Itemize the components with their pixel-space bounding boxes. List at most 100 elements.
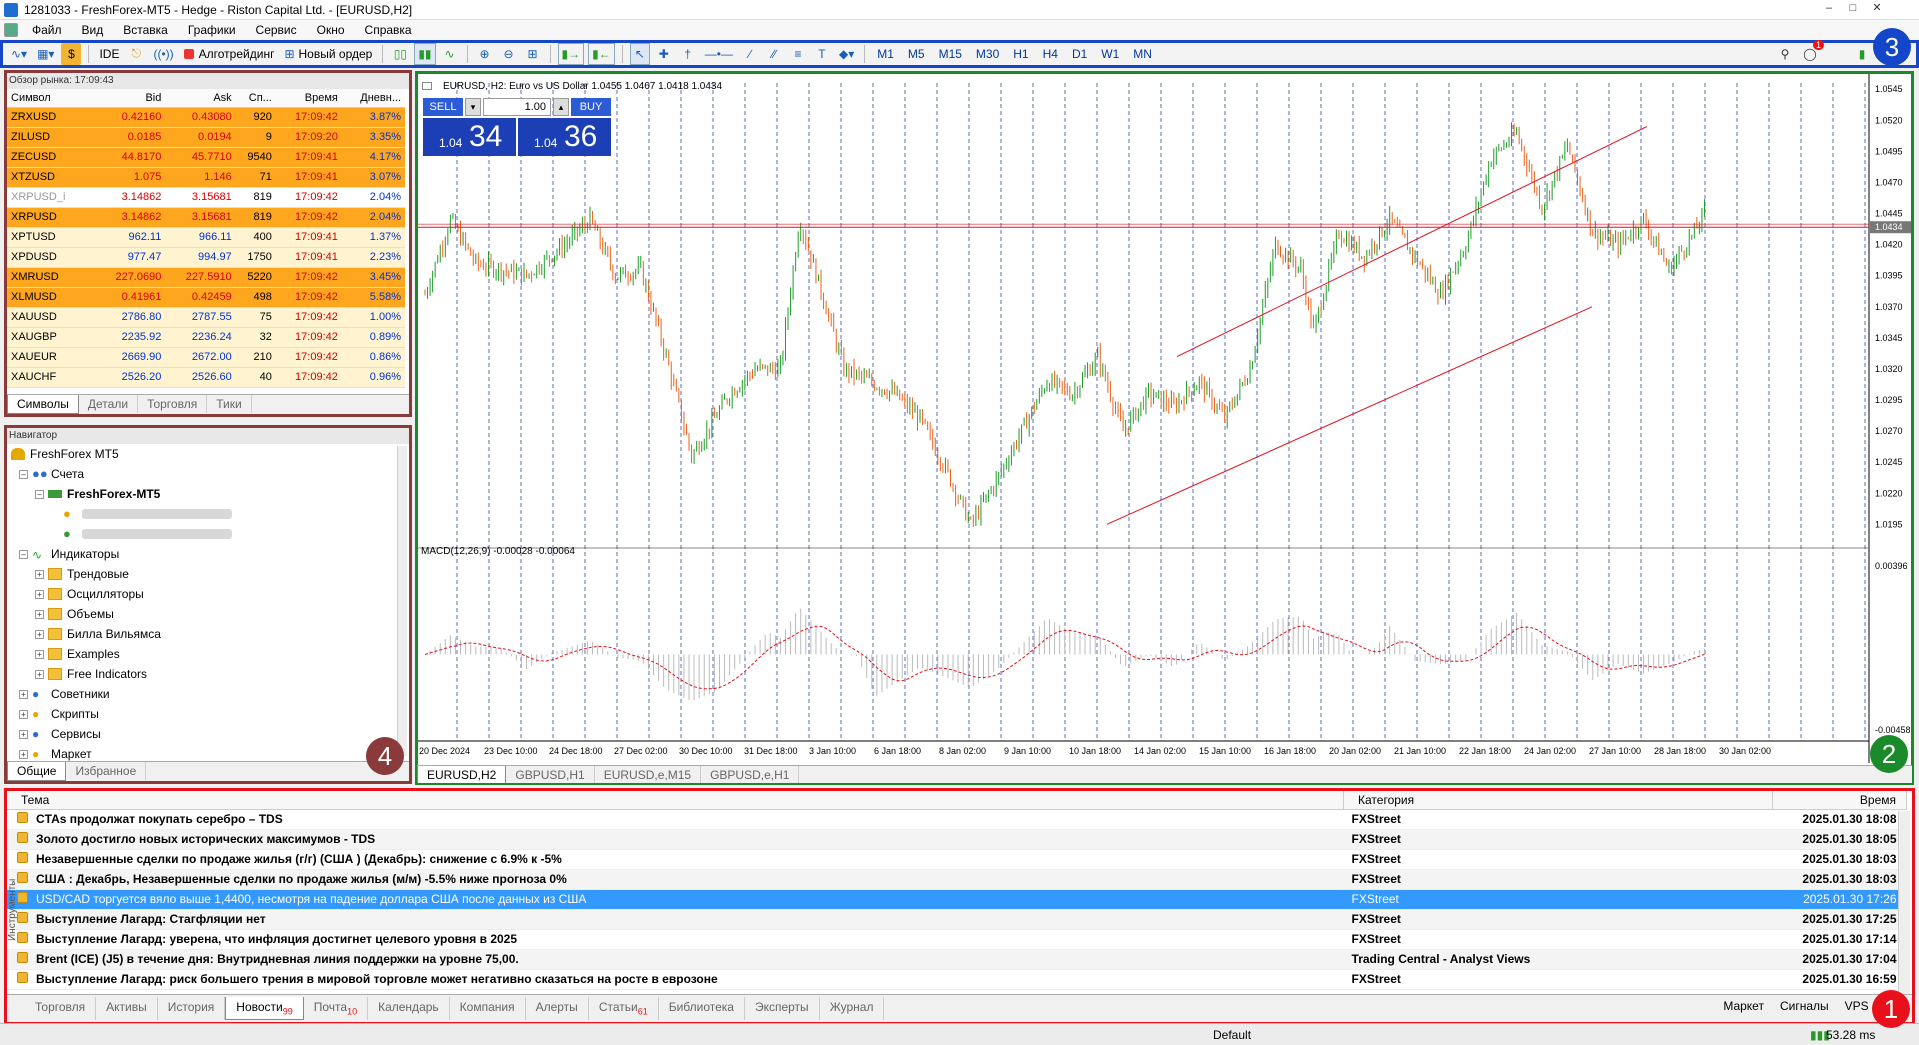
mw-col-header[interactable]: Время (275, 89, 342, 108)
news-row[interactable]: Выступление Лагард: уверена, что инфляци… (7, 929, 1907, 950)
toolbox-tab[interactable]: Активы (96, 997, 158, 1020)
news-row[interactable]: Выступление Лагард: Стагфляции нет FXStre… (7, 909, 1907, 930)
nav-tab[interactable]: Общие (7, 762, 67, 781)
ide-button[interactable]: IDE (96, 43, 122, 65)
nav-folder[interactable]: + Трендовые (11, 564, 409, 584)
mw-col-header[interactable]: Символ (7, 89, 95, 108)
market-watch-row[interactable]: XAUGBP 2235.92 2236.24 32 17:09:42 0.89% (7, 327, 405, 348)
close-icon[interactable]: ✕ (1869, 0, 1885, 16)
nav-item[interactable]: + ● Скрипты (11, 704, 409, 724)
toolbox-tab[interactable]: Новости99 (225, 996, 304, 1021)
col-category[interactable]: Категория (1343, 791, 1774, 810)
chart-menu-icon[interactable] (422, 82, 432, 90)
lot-decrease-button[interactable]: ▾ (465, 98, 481, 116)
toolbox-tab[interactable]: Алерты (526, 997, 589, 1020)
toolbox-tab[interactable]: История (158, 997, 226, 1020)
news-row[interactable]: CTAs продолжат покупать серебро – TDS FXS… (7, 809, 1907, 830)
tf-d1[interactable]: D1 (1067, 47, 1092, 61)
toolbox-right-tab[interactable]: Сигналы (1780, 999, 1829, 1013)
expand-icon[interactable]: + (35, 609, 44, 619)
expand-icon[interactable]: + (19, 749, 28, 759)
lot-input[interactable]: 1.00 (483, 98, 551, 116)
market-watch-row[interactable]: XAUEUR 2669.90 2672.00 210 17:09:42 0.86% (7, 347, 405, 368)
mw-col-header[interactable]: Ask (165, 89, 236, 108)
text-icon[interactable]: T (812, 43, 832, 65)
mw-tab[interactable]: Символы (7, 395, 79, 414)
market-watch-row[interactable]: XPTUSD 962.11 966.11 400 17:09:41 1.37% (7, 227, 405, 248)
toolbox-tab[interactable]: Журнал (820, 997, 885, 1020)
collapse-icon[interactable]: – (35, 489, 44, 499)
algo-trading-button[interactable]: Алготрейдинг (181, 43, 278, 65)
nav-accounts[interactable]: – ●● Счета (11, 464, 409, 484)
news-scrollbar[interactable] (1898, 811, 1910, 994)
zoom-in-icon[interactable]: ⊕ (475, 43, 495, 65)
news-row[interactable]: Незавершенные сделки по продаже жилья (г… (7, 849, 1907, 870)
chart-tab[interactable]: GBPUSD,e,H1 (701, 766, 800, 783)
tf-w1[interactable]: W1 (1096, 47, 1124, 61)
price-chart[interactable]: 1.0545 1.0520 1.0495 1.0470 1.0445 1.0420 1.03… (417, 73, 1913, 784)
shapes-icon[interactable]: ◆▾ (836, 43, 857, 65)
toolbox-tab[interactable]: Библиотека (659, 997, 745, 1020)
chart-tab[interactable]: EURUSD,e,M15 (595, 766, 702, 783)
chart-window[interactable]: 1.0545 1.0520 1.0495 1.0470 1.0445 1.0420 1.03… (415, 71, 1914, 785)
chart-type-icon[interactable]: ∿▾ (8, 43, 30, 65)
minimize-button[interactable]: – (1821, 0, 1837, 16)
expand-icon[interactable]: + (35, 569, 44, 579)
market-watch-row[interactable]: XRPUSD 3.14862 3.15681 819 17:09:42 2.04% (7, 207, 405, 228)
new-order-button[interactable]: ⊞ Новый ордер (281, 43, 375, 65)
news-row[interactable]: Brent (ICE) (J5) в течение дня: Внутридн… (7, 949, 1907, 970)
nav-folder[interactable]: + Билла Вильямса (11, 624, 409, 644)
signal-icon[interactable]: ((•)) (150, 43, 176, 65)
expand-icon[interactable]: + (19, 729, 28, 739)
dollar-icon[interactable]: $ (61, 42, 82, 65)
mw-tab[interactable]: Торговля (138, 395, 208, 413)
toolbox-tab[interactable]: Торговля (25, 997, 97, 1020)
candles-icon[interactable]: ▮▮ (414, 42, 436, 65)
horizontal-line-icon[interactable]: —•— (702, 43, 736, 65)
tf-h4[interactable]: H4 (1038, 47, 1063, 61)
nav-item[interactable]: + ● Советники (11, 684, 409, 704)
market-watch-row[interactable]: XPDUSD 977.47 994.97 1750 17:09:41 2.23% (7, 247, 405, 268)
sell-price-button[interactable]: 1.04 34 (423, 118, 516, 156)
tf-m30[interactable]: M30 (971, 47, 1004, 61)
fibo-icon[interactable]: ≡ (788, 43, 808, 65)
tf-m5[interactable]: M5 (903, 47, 930, 61)
vertical-line-icon[interactable]: † (678, 43, 698, 65)
nav-folder[interactable]: + Free Indicators (11, 664, 409, 684)
new-chart-icon[interactable]: ▦▾ (34, 43, 57, 65)
nav-account-user[interactable]: ● (11, 524, 409, 544)
mw-tab[interactable]: Детали (79, 395, 139, 413)
news-row[interactable]: Выступление Лагард: риск большего трения… (7, 969, 1907, 990)
toolbox-tab[interactable]: Почта10 (304, 997, 369, 1020)
nav-account[interactable]: – FreshForex-MT5 (11, 484, 409, 504)
menu-view[interactable]: Вид (72, 23, 114, 37)
mw-col-header[interactable]: Bid (95, 89, 166, 108)
market-watch-row[interactable]: XRPUSD_i 3.14862 3.15681 819 17:09:42 2.04% (7, 187, 405, 208)
sell-button[interactable]: SELL (423, 98, 463, 116)
autoscroll-icon[interactable]: ▮→ (557, 42, 585, 65)
menu-tools[interactable]: Сервис (246, 23, 307, 37)
grid-icon[interactable]: ⊞ (523, 43, 543, 65)
crosshair-icon[interactable]: ✚ (654, 43, 674, 65)
tf-m15[interactable]: M15 (934, 47, 967, 61)
nav-account-user[interactable]: ● (11, 504, 409, 524)
news-row[interactable]: USD/CAD торгуется вяло выше 1,4400, несм… (7, 889, 1907, 910)
chart-shift-icon[interactable]: ▮← (588, 42, 615, 65)
toolbox-tab[interactable]: Эксперты (745, 997, 820, 1020)
nav-tab[interactable]: Избранное (66, 762, 147, 780)
tf-m1[interactable]: M1 (872, 47, 899, 61)
col-time[interactable]: Время (1772, 791, 1907, 810)
mw-col-header[interactable]: Сп... (235, 89, 276, 108)
buy-price-button[interactable]: 1.04 36 (518, 118, 611, 156)
col-topic[interactable]: Тема (7, 791, 1345, 810)
toolbox-right-tab[interactable]: VPS (1845, 999, 1869, 1013)
toolbox-tab[interactable]: Календарь (368, 997, 450, 1020)
expand-icon[interactable]: + (35, 649, 44, 659)
toolbox-right-tab[interactable]: Маркет (1723, 999, 1764, 1013)
market-watch-row[interactable]: XAUCHF 2526.20 2526.60 40 17:09:42 0.96% (7, 367, 405, 388)
expand-icon[interactable]: + (19, 709, 28, 719)
market-watch-row[interactable]: XTZUSD 1.075 1.146 71 17:09:41 3.07% (7, 167, 405, 188)
menu-window[interactable]: Окно (307, 23, 355, 37)
scrollbar[interactable] (397, 446, 407, 756)
nav-indicators[interactable]: – ∿ Индикаторы (11, 544, 409, 564)
